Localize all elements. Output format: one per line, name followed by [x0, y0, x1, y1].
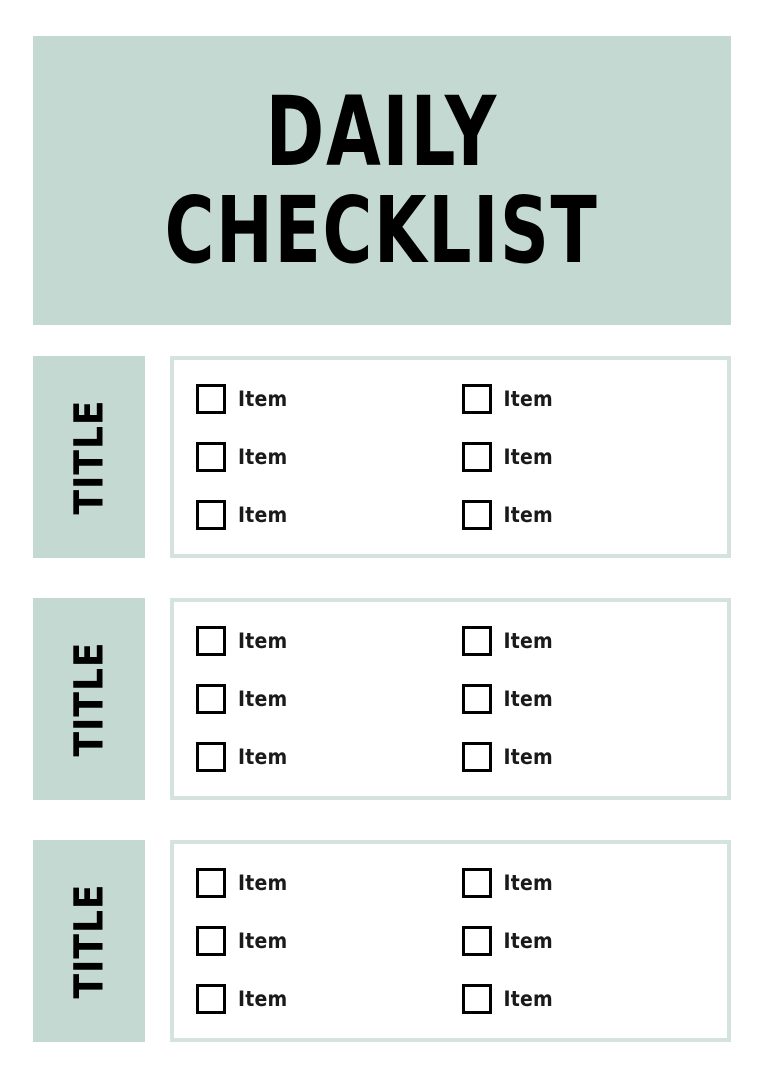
list-item[interactable]: Item	[461, 684, 728, 714]
list-item[interactable]: Item	[461, 500, 728, 530]
panel-columns: Item Item Item Item Item Item	[174, 384, 727, 530]
list-item[interactable]: Item	[461, 984, 728, 1014]
checkbox-icon[interactable]	[461, 500, 492, 530]
section-title-label: TITLE	[66, 641, 112, 757]
checkbox-icon[interactable]	[461, 926, 492, 956]
list-item[interactable]: Item	[196, 742, 462, 772]
list-item[interactable]: Item	[196, 442, 462, 472]
list-item[interactable]: Item	[196, 500, 462, 530]
section-panel: Item Item Item Item Item Item	[170, 598, 731, 800]
list-item-label: Item	[503, 745, 553, 769]
checklist-page: DAILY CHECKLIST TITLE Item Item Item Ite…	[0, 0, 764, 1080]
checkbox-icon[interactable]	[196, 384, 226, 414]
checkbox-icon[interactable]	[196, 742, 226, 772]
section-panel: Item Item Item Item Item Item	[170, 840, 731, 1042]
section-title-label: TITLE	[66, 883, 112, 999]
list-item[interactable]: Item	[461, 868, 728, 898]
section-title-block[interactable]: TITLE	[33, 356, 145, 558]
checkbox-icon[interactable]	[461, 384, 492, 414]
list-item[interactable]: Item	[196, 626, 462, 656]
list-item[interactable]: Item	[461, 442, 728, 472]
list-item-label: Item	[503, 929, 553, 953]
list-item-label: Item	[503, 503, 553, 527]
list-item-label: Item	[238, 871, 288, 895]
list-item-label: Item	[238, 687, 288, 711]
list-item-label: Item	[503, 871, 553, 895]
list-item[interactable]: Item	[196, 684, 462, 714]
panel-column-left: Item Item Item	[196, 384, 462, 530]
list-item-label: Item	[503, 687, 553, 711]
checkbox-icon[interactable]	[461, 442, 492, 472]
panel-column-right: Item Item Item	[461, 868, 728, 1014]
checkbox-icon[interactable]	[461, 868, 492, 898]
list-item[interactable]: Item	[196, 926, 462, 956]
checkbox-icon[interactable]	[461, 742, 492, 772]
section-title-block[interactable]: TITLE	[33, 840, 145, 1042]
panel-column-left: Item Item Item	[196, 868, 462, 1014]
checkbox-icon[interactable]	[196, 868, 226, 898]
checkbox-icon[interactable]	[196, 684, 226, 714]
page-title-line-2: CHECKLIST	[165, 176, 599, 284]
list-item[interactable]: Item	[461, 384, 728, 414]
list-item[interactable]: Item	[196, 868, 462, 898]
checkbox-icon[interactable]	[196, 926, 226, 956]
checkbox-icon[interactable]	[461, 984, 492, 1014]
list-item[interactable]: Item	[196, 984, 462, 1014]
list-item-label: Item	[503, 987, 553, 1011]
panel-columns: Item Item Item Item Item Item	[174, 868, 727, 1014]
list-item-label: Item	[503, 629, 553, 653]
checkbox-icon[interactable]	[461, 626, 492, 656]
list-item-label: Item	[238, 929, 288, 953]
panel-column-right: Item Item Item	[461, 384, 728, 530]
checkbox-icon[interactable]	[196, 442, 226, 472]
section-title-block[interactable]: TITLE	[33, 598, 145, 800]
list-item-label: Item	[503, 445, 553, 469]
checkbox-icon[interactable]	[196, 500, 226, 530]
list-item[interactable]: Item	[461, 926, 728, 956]
checkbox-icon[interactable]	[196, 626, 226, 656]
checklist-section: TITLE Item Item Item Item Item Item	[33, 840, 731, 1042]
panel-column-left: Item Item Item	[196, 626, 462, 772]
list-item-label: Item	[238, 503, 288, 527]
list-item-label: Item	[238, 745, 288, 769]
page-title-line-1: DAILY	[265, 75, 499, 188]
section-panel: Item Item Item Item Item Item	[170, 356, 731, 558]
checklist-section: TITLE Item Item Item Item Item Item	[33, 598, 731, 800]
header-banner: DAILY CHECKLIST	[33, 36, 731, 325]
checklist-section: TITLE Item Item Item Item Item Item	[33, 356, 731, 558]
section-title-label: TITLE	[66, 399, 112, 515]
checkbox-icon[interactable]	[196, 984, 226, 1014]
panel-columns: Item Item Item Item Item Item	[174, 626, 727, 772]
list-item-label: Item	[238, 629, 288, 653]
list-item[interactable]: Item	[461, 626, 728, 656]
list-item[interactable]: Item	[461, 742, 728, 772]
list-item-label: Item	[238, 387, 288, 411]
list-item-label: Item	[503, 387, 553, 411]
list-item-label: Item	[238, 987, 288, 1011]
list-item[interactable]: Item	[196, 384, 462, 414]
panel-column-right: Item Item Item	[461, 626, 728, 772]
list-item-label: Item	[238, 445, 288, 469]
checkbox-icon[interactable]	[461, 684, 492, 714]
